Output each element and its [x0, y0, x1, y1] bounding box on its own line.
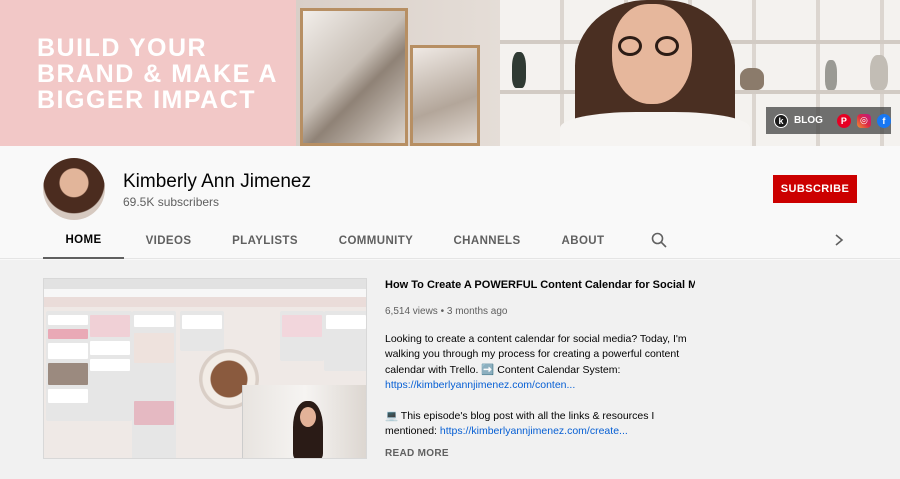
thumbnail-board-column: [88, 311, 132, 421]
banner-tagline: BUILD YOUR BRAND & MAKE A BIGGER IMPACT: [37, 35, 278, 113]
thumbnail-board-column: [132, 311, 176, 458]
banner-art-frame: [410, 45, 480, 146]
view-count: 6,514 views: [385, 306, 438, 317]
thumbnail-board-header: [44, 297, 366, 307]
channel-header: Kimberly Ann Jimenez 69.5K subscribers S…: [0, 146, 900, 259]
facebook-icon[interactable]: f: [876, 113, 891, 128]
pinterest-icon[interactable]: P: [836, 113, 851, 128]
description-paragraph: Looking to create a content calendar for…: [385, 332, 705, 394]
thumbnail-board-column: [180, 311, 224, 351]
chevron-right-icon[interactable]: [833, 234, 845, 246]
thumbnail-card: [48, 389, 88, 403]
banner-tagline-line: BIGGER IMPACT: [37, 86, 257, 114]
upload-age: 3 months ago: [446, 306, 508, 317]
thumbnail-card: [134, 401, 174, 425]
banner-vase: [512, 52, 526, 88]
tab-community[interactable]: COMMUNITY: [334, 222, 418, 259]
thumbnail-card: [48, 343, 88, 359]
read-more-button[interactable]: READ MORE: [385, 448, 449, 459]
thumbnail-card: [90, 359, 130, 371]
thumbnail-board-column: [280, 311, 324, 361]
banner-vase: [825, 60, 837, 90]
video-thumbnail[interactable]: [43, 278, 367, 459]
video-description: Looking to create a content calendar for…: [385, 332, 705, 454]
channel-banner: BUILD YOUR BRAND & MAKE A BIGGER IMPACT …: [0, 0, 900, 146]
thumbnail-card: [48, 315, 88, 325]
thumbnail-card: [326, 315, 366, 329]
banner-art-frame: [300, 8, 408, 146]
featured-video-section: How To Create A POWERFUL Content Calenda…: [0, 260, 900, 479]
banner-vase: [870, 55, 888, 90]
thumbnail-card: [182, 315, 222, 329]
thumbnail-person-face: [300, 407, 316, 427]
banner-person-body: [560, 112, 750, 146]
video-meta: 6,514 views • 3 months ago: [385, 306, 507, 317]
tab-channels[interactable]: CHANNELS: [449, 222, 525, 259]
description-link[interactable]: https://kimberlyannjimenez.com/create...: [440, 425, 628, 437]
banner-tagline-line: BUILD YOUR: [37, 34, 208, 62]
channel-name: Kimberly Ann Jimenez: [123, 171, 311, 192]
avatar[interactable]: [43, 158, 105, 220]
description-paragraph: 💻 This episode's blog post with all the …: [385, 409, 705, 440]
search-icon[interactable]: [651, 232, 667, 248]
blog-icon[interactable]: k: [774, 113, 788, 128]
thumbnail-board-column: [324, 311, 366, 371]
thumbnail-card: [90, 341, 130, 355]
instagram-icon[interactable]: ◎: [856, 113, 871, 128]
tab-home[interactable]: HOME: [43, 222, 124, 259]
tab-videos[interactable]: VIDEOS: [141, 222, 196, 259]
tab-playlists[interactable]: PLAYLISTS: [229, 222, 301, 259]
banner-vase: [740, 68, 764, 90]
banner-tagline-line: BRAND & MAKE A: [37, 60, 278, 88]
thumbnail-card: [90, 315, 130, 337]
channel-tabs: HOME VIDEOS PLAYLISTS COMMUNITY CHANNELS…: [43, 222, 863, 259]
thumbnail-board-column: [46, 311, 90, 421]
description-text: Looking to create a content calendar for…: [385, 333, 687, 376]
thumbnail-card: [48, 329, 88, 339]
blog-link-label[interactable]: BLOG: [794, 115, 823, 126]
subscribe-button[interactable]: SUBSCRIBE: [773, 175, 857, 203]
subscriber-count: 69.5K subscribers: [123, 195, 220, 209]
thumbnail-card: [134, 315, 174, 327]
glasses-icon: [655, 36, 679, 56]
video-title[interactable]: How To Create A POWERFUL Content Calenda…: [385, 279, 695, 291]
thumbnail-card: [48, 363, 88, 385]
description-link[interactable]: https://kimberlyannjimenez.com/conten...: [385, 379, 575, 391]
thumbnail-webcam-inset: [242, 385, 366, 458]
thumbnail-address-bar: [44, 289, 366, 297]
banner-links: k BLOG P ◎ f: [766, 107, 891, 134]
thumbnail-card: [134, 333, 174, 363]
thumbnail-card: [282, 315, 322, 337]
glasses-icon: [618, 36, 642, 56]
thumbnail-browser-bar: [44, 279, 366, 289]
tab-about[interactable]: ABOUT: [557, 222, 609, 259]
